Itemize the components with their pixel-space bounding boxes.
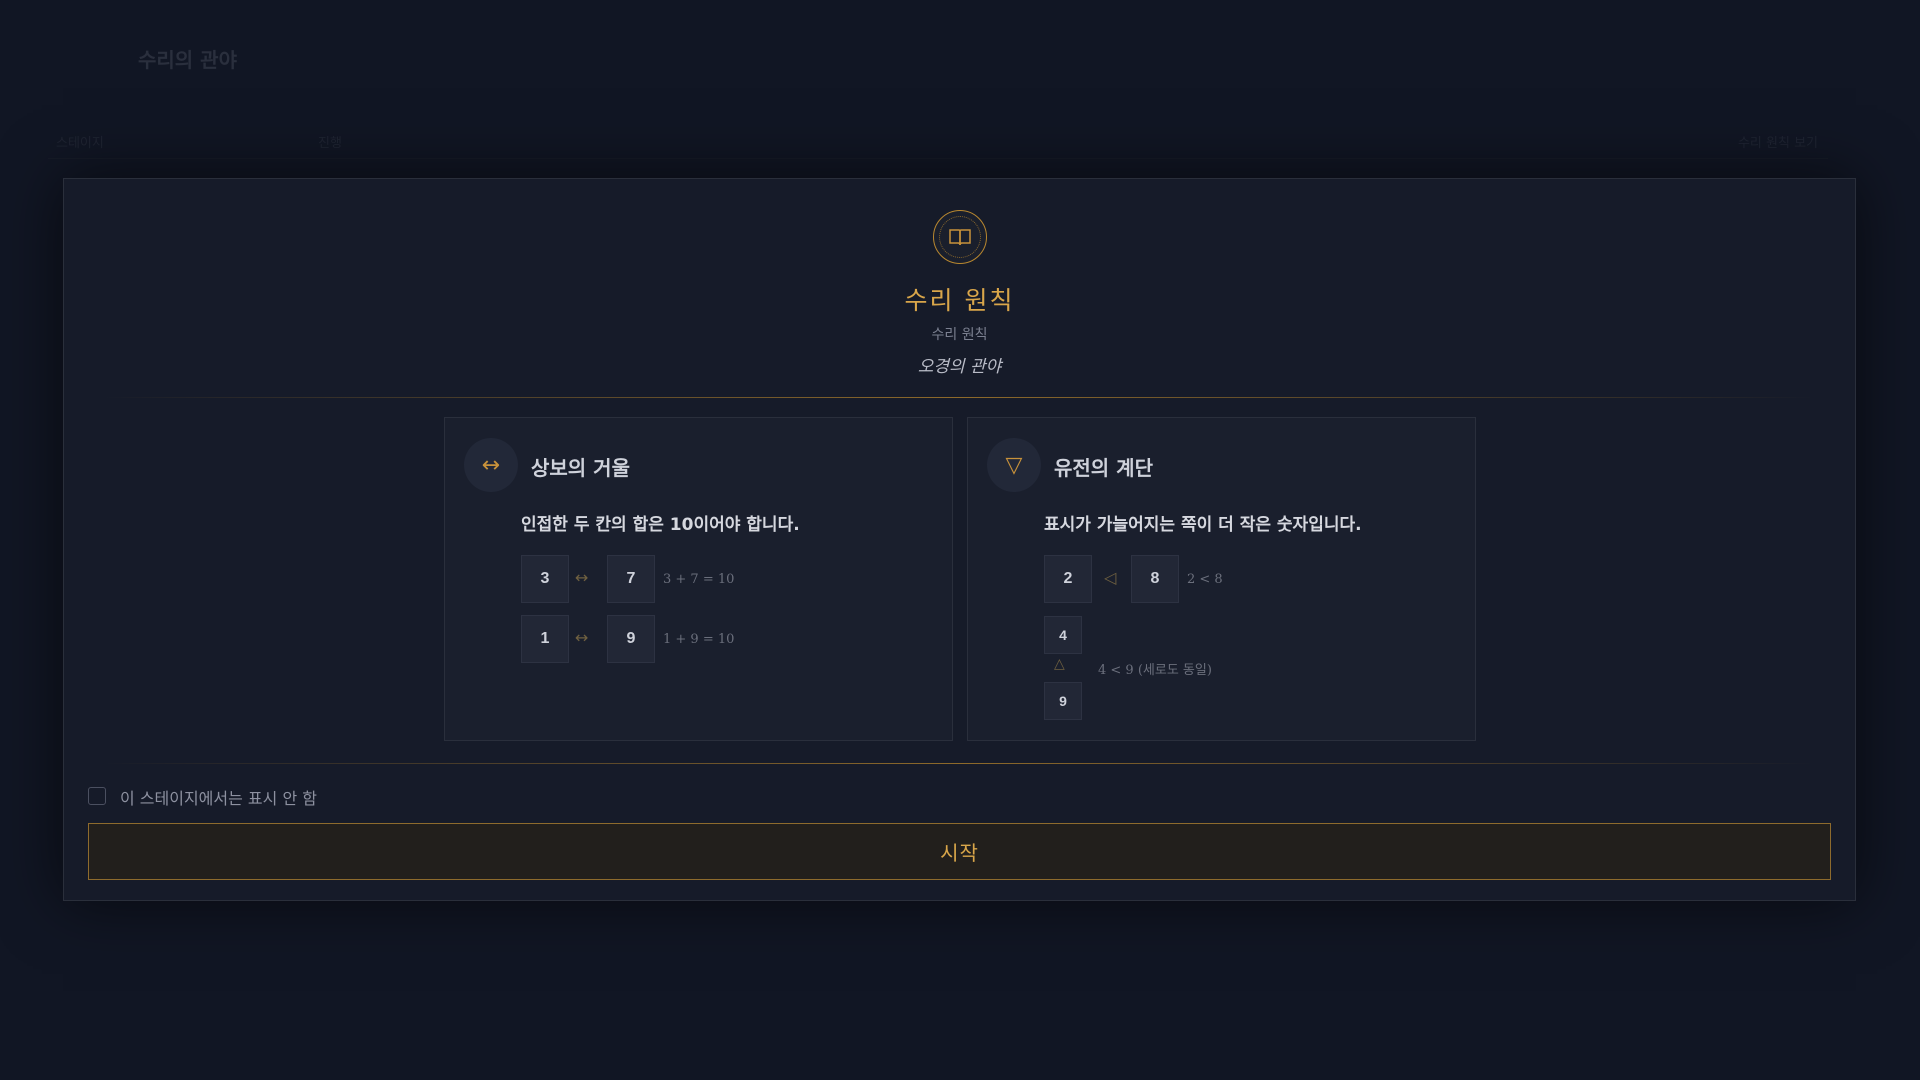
example-cell: 1: [521, 615, 569, 663]
example-cell: 7: [607, 555, 655, 603]
example-separator: ◁: [1104, 568, 1117, 587]
example-note: 4 < 9 (세로도 동일): [1098, 663, 1212, 678]
background-title: 수리의 관야: [138, 48, 237, 72]
book-icon: [939, 216, 981, 258]
example-cell: 9: [607, 615, 655, 663]
example-note: 1 + 9 = 10: [663, 632, 735, 647]
background-toolbar-right: 수리 원칙 보기: [1737, 136, 1818, 151]
rule-card-inequality: ▽ 유전의 계단 표시가 가늘어지는 쪽이 더 작은 숫자입니다. 2 ◁ 8 …: [967, 417, 1476, 741]
bottom-divider: [104, 763, 1814, 764]
triangle-down-icon: ▽: [987, 438, 1041, 492]
modal-title: 수리 원칙: [904, 286, 1015, 315]
rule-card-description: 인접한 두 칸의 합은 10이어야 합니다.: [521, 515, 800, 535]
rule-card-description: 표시가 가늘어지는 쪽이 더 작은 숫자입니다.: [1044, 515, 1362, 535]
rule-card-title: 상보의 거울: [531, 456, 630, 480]
arrows-horizontal-icon: ↔: [464, 438, 518, 492]
hide-checkbox-label[interactable]: 이 스테이지에서는 표시 안 함: [120, 785, 317, 809]
hide-checkbox[interactable]: [88, 787, 106, 805]
example-cell: 4: [1044, 616, 1082, 654]
example-separator: △: [1054, 656, 1065, 672]
example-cell: 8: [1131, 555, 1179, 603]
modal-tagline: 오경의 관야: [917, 357, 1002, 377]
example-cell: 9: [1044, 682, 1082, 720]
rule-card-complement: ↔ 상보의 거울 인접한 두 칸의 합은 10이어야 합니다. 3 ↔ 7 3 …: [444, 417, 953, 741]
modal-subtitle: 수리 원칙: [931, 327, 988, 343]
rules-modal: 수리 원칙 수리 원칙 오경의 관야 ↔ 상보의 거울 인접한 두 칸의 합은 …: [63, 178, 1856, 901]
example-note: 3 + 7 = 10: [663, 572, 735, 587]
background-toolbar: 스테이지 진행 수리 원칙 보기: [48, 124, 1828, 159]
emblem: [933, 210, 987, 264]
example-cell: 2: [1044, 555, 1092, 603]
example-separator: ↔: [575, 628, 589, 647]
background-toolbar-mid: 진행: [318, 136, 342, 151]
rule-card-title: 유전의 계단: [1054, 456, 1153, 480]
example-note: 2 < 8: [1187, 572, 1223, 587]
example-cell: 3: [521, 555, 569, 603]
background-toolbar-left: 스테이지: [56, 136, 104, 151]
example-separator: ↔: [575, 568, 589, 587]
top-divider: [104, 397, 1814, 398]
start-button[interactable]: 시작: [88, 823, 1831, 880]
